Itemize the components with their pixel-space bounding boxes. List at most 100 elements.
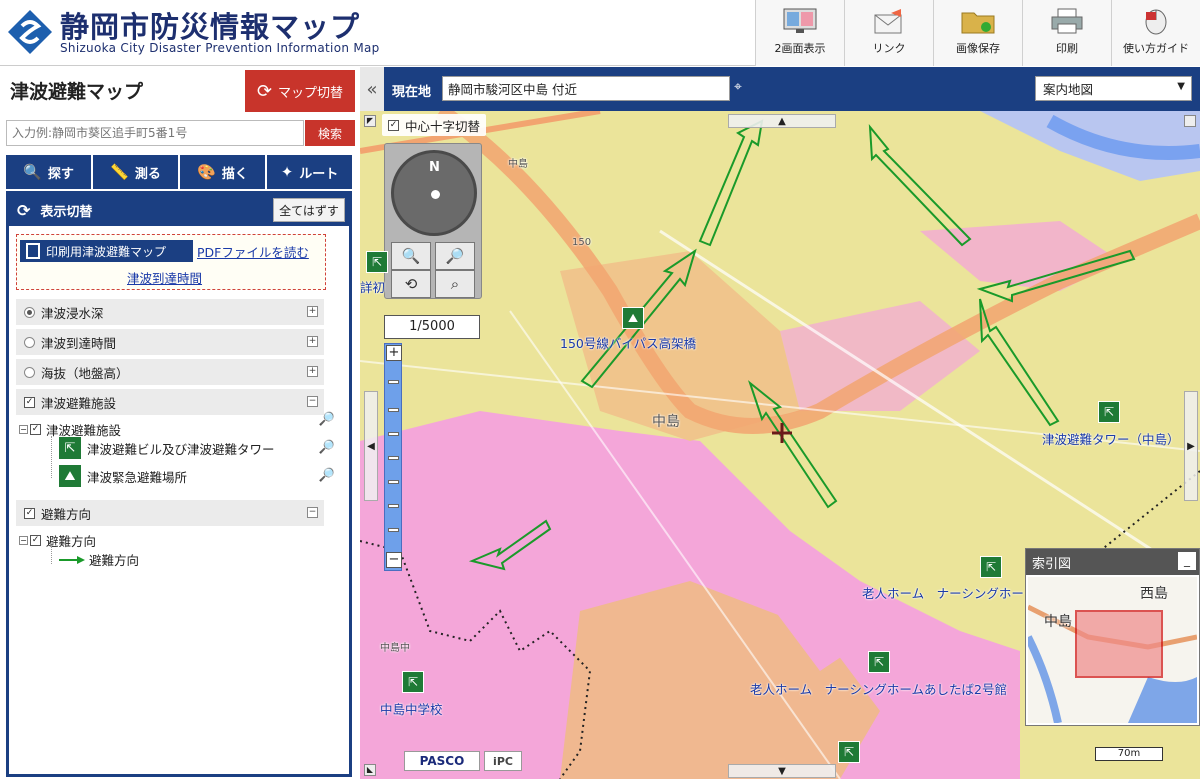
route-shield: 150 (572, 237, 592, 248)
index-map-header: 索引図 _ (1026, 549, 1199, 575)
tab-search[interactable]: 🔍 探す (6, 155, 93, 189)
address-search-input[interactable] (6, 120, 304, 146)
tree-collapse-icon[interactable]: − (19, 425, 28, 434)
minimize-button[interactable]: _ (1178, 552, 1196, 570)
pan-north-button[interactable]: ▲ (728, 114, 836, 128)
zoom-handle[interactable] (388, 380, 399, 384)
index-map-title: 索引図 (1032, 556, 1072, 572)
map-corner-ne-button[interactable] (1184, 115, 1196, 127)
zoom-plus-button[interactable]: + (386, 345, 402, 361)
map-location-bar: « 現在地 静岡市駿河区中島 付近 ⌖ 案内地図 ▼ (360, 67, 1200, 111)
pan-south-button[interactable]: ▼ (728, 764, 836, 778)
pan-west-button[interactable]: ◀ (364, 391, 378, 501)
map-corner-nw-button[interactable]: ◤ (364, 115, 376, 127)
search-button[interactable]: 検索 (305, 120, 355, 146)
guide-button[interactable]: 使い方ガイド (1111, 0, 1200, 66)
guide-label: 使い方ガイド (1123, 42, 1189, 55)
legend-shelter-building: ⇱ 津波避難ビル及び津波避難タワー (59, 437, 275, 459)
map-label-school: 中島中学校 (380, 702, 443, 717)
rotate-reset-button[interactable]: ⟲ (391, 270, 431, 298)
compass-north-label: N (429, 160, 440, 175)
print-button[interactable]: 印刷 (1022, 0, 1111, 66)
checkbox[interactable]: ✓ (24, 396, 35, 408)
checkbox[interactable]: ✓ (30, 535, 41, 546)
display-toggle-title: 表示切替 (40, 204, 93, 220)
layer-elevation[interactable]: 海抜（地盤高） + (16, 359, 324, 385)
shelter-building-icon[interactable]: ⇱ (402, 671, 424, 693)
center-cross-label: 中心十字切替 (405, 118, 481, 134)
shelter-building-icon[interactable]: ⇱ (838, 741, 860, 763)
basemap-select[interactable]: 案内地図 ▼ (1035, 76, 1192, 101)
tab-measure[interactable]: 📏 測る (93, 155, 180, 189)
index-map-view[interactable]: 西島 中島 (1028, 577, 1197, 723)
clear-all-button[interactable]: 全てはずす (273, 198, 345, 222)
print-tsunami-map-label: 印刷用津波避難マップ (46, 244, 167, 259)
map-canvas[interactable]: ◤ ◣ ▲ ▼ ◀ ▶ ✓ 中心十字切替 N 🔍 🔎 ⟲ ⌕ 1/5000 + … (360, 111, 1200, 779)
radio-button[interactable] (24, 306, 35, 318)
dual-screen-button[interactable]: 2画面表示 (755, 0, 844, 66)
legend-label: 津波避難ビル及び津波避難タワー (87, 441, 275, 457)
layer-label: 海抜（地盤高） (41, 365, 129, 381)
zoom-to-icon[interactable]: 🔎 (319, 412, 335, 427)
layer-inundation-depth[interactable]: 津波浸水深 + (16, 299, 324, 325)
layer-arrival-time[interactable]: 津波到達時間 + (16, 329, 324, 355)
zoom-minus-button[interactable]: − (386, 552, 402, 568)
zoom-out-button[interactable]: 🔎 (435, 242, 475, 270)
app-subtitle: Shizuoka City Disaster Prevention Inform… (60, 41, 380, 55)
layer-evacuation-direction[interactable]: ✓ 避難方向 − (16, 500, 324, 526)
zoom-slider[interactable]: + − (384, 343, 402, 571)
layer-label: 津波浸水深 (41, 305, 104, 321)
shelter-building-icon[interactable]: ⇱ (1098, 401, 1120, 423)
link-button[interactable]: リンク (844, 0, 933, 66)
zoom-extent-button[interactable]: ⌕ (435, 270, 475, 298)
tree-collapse-icon[interactable]: − (19, 536, 28, 545)
compass-rose-icon[interactable]: N (391, 150, 477, 236)
collapse-icon[interactable]: − (307, 507, 318, 518)
pan-east-button[interactable]: ▶ (1184, 391, 1198, 501)
map-switch-button[interactable]: ⟳ マップ切替 (245, 70, 355, 112)
tab-search-label: 探す (47, 166, 74, 182)
tab-draw[interactable]: 🎨 描く (180, 155, 267, 189)
zoom-to-icon[interactable]: 🔎 (319, 468, 335, 483)
checkbox[interactable]: ✓ (24, 507, 35, 519)
collapse-icon[interactable]: − (307, 396, 318, 407)
location-label: 現在地 (392, 85, 432, 100)
print-map-box: 印刷用津波避難マップ PDFファイルを読む 津波到達時間 (16, 234, 326, 290)
app-header: 静岡市防災情報マップ Shizuoka City Disaster Preven… (0, 0, 1200, 66)
pdf-link[interactable]: PDFファイルを読む (197, 242, 309, 261)
emergency-site-icon[interactable]: ⛰ (622, 307, 644, 329)
arrival-time-link[interactable]: 津波到達時間 (127, 268, 202, 287)
shelter-building-icon[interactable]: ⇱ (868, 651, 890, 673)
save-image-button[interactable]: 画像保存 (933, 0, 1022, 66)
link-label: リンク (872, 42, 906, 55)
map-corner-sw-button[interactable]: ◣ (364, 764, 376, 776)
collapse-panel-button[interactable]: « (360, 67, 384, 111)
radio-button[interactable] (24, 366, 35, 378)
crosshair-target-icon[interactable]: ⌖ (734, 79, 742, 95)
refresh-icon: ⟳ (17, 200, 31, 220)
display-toggle-header: ⟳ 表示切替 全てはずす (9, 194, 349, 226)
map-label-nakajima-chu: 中島中 (380, 643, 410, 654)
shelter-building-icon[interactable]: ⇱ (366, 251, 388, 273)
index-map-graphic (1028, 577, 1197, 723)
expand-icon[interactable]: + (307, 366, 318, 377)
tab-route[interactable]: ✦ ルート (267, 155, 352, 189)
shelter-building-icon[interactable]: ⇱ (980, 556, 1002, 578)
zoom-to-icon[interactable]: 🔎 (319, 440, 335, 455)
location-field[interactable]: 静岡市駿河区中島 付近 (442, 76, 730, 101)
legend-label: 避難方向 (89, 553, 140, 568)
pasco-logo: PASCO (404, 751, 480, 771)
checkbox[interactable]: ✓ (388, 119, 399, 131)
radio-button[interactable] (24, 336, 35, 348)
layer-label: 避難方向 (41, 506, 92, 522)
expand-icon[interactable]: + (307, 306, 318, 317)
search-icon: 🔍 (23, 163, 42, 181)
print-tsunami-map-button[interactable]: 印刷用津波避難マップ (20, 240, 193, 262)
layer-evacuation-facility[interactable]: ✓ 津波避難施設 − (16, 389, 324, 415)
basemap-value: 案内地図 (1043, 82, 1094, 97)
zoom-in-button[interactable]: 🔍 (391, 242, 431, 270)
tree-group-label: 避難方向 (46, 534, 97, 549)
checkbox[interactable]: ✓ (30, 424, 41, 435)
expand-icon[interactable]: + (307, 336, 318, 347)
center-cross-toggle[interactable]: ✓ 中心十字切替 (382, 114, 487, 136)
